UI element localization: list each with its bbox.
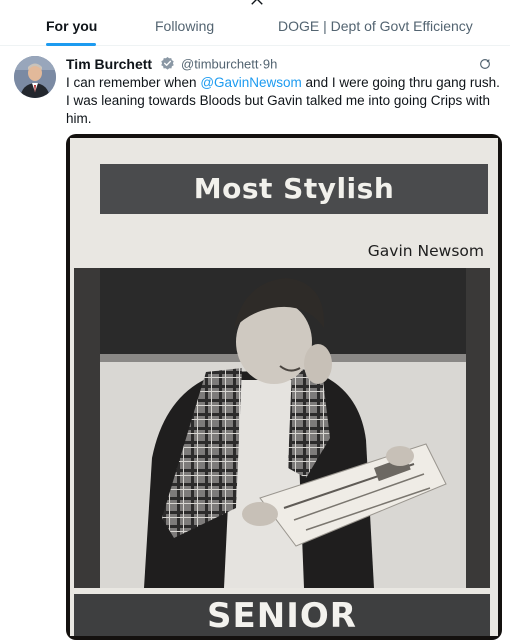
avatar[interactable] [14, 56, 56, 98]
post[interactable]: Tim Burchett @timburchett·9h I can remem… [0, 46, 510, 640]
post-media-image[interactable]: Most Stylish Gavin Newsom SENIOR [66, 134, 502, 640]
post-text: I can remember when @GavinNewsom and I w… [66, 74, 506, 128]
avatar-image [14, 56, 56, 98]
post-text-part1: I can remember when [66, 75, 201, 90]
tab-following[interactable]: Following [155, 18, 214, 34]
tab-for-you[interactable]: For you [46, 18, 97, 34]
timeline-tabs: For you Following DOGE | Dept of Govt Ef… [0, 14, 510, 46]
yearbook-page: Most Stylish Gavin Newsom SENIOR [70, 138, 498, 636]
verified-badge-icon [160, 57, 174, 70]
tab-doge-list[interactable]: DOGE | Dept of Govt Efficiency [278, 18, 473, 34]
x-logo-icon[interactable] [250, 0, 264, 6]
yearbook-photo [74, 268, 490, 588]
author-name[interactable]: Tim Burchett [66, 56, 152, 72]
yearbook-senior-label: SENIOR [207, 596, 357, 636]
post-timestamp[interactable]: 9h [263, 56, 277, 71]
yearbook-title-text: Most Stylish [193, 172, 395, 205]
yearbook-photo-illustration [74, 268, 490, 588]
top-nav-bar: For you Following DOGE | Dept of Govt Ef… [0, 0, 510, 46]
grok-icon[interactable] [478, 57, 492, 71]
yearbook-name-caption: Gavin Newsom [367, 242, 484, 260]
author-handle[interactable]: @timburchett [181, 56, 259, 71]
mention-link[interactable]: @GavinNewsom [200, 75, 301, 90]
post-header: Tim Burchett @timburchett·9h [66, 55, 496, 73]
